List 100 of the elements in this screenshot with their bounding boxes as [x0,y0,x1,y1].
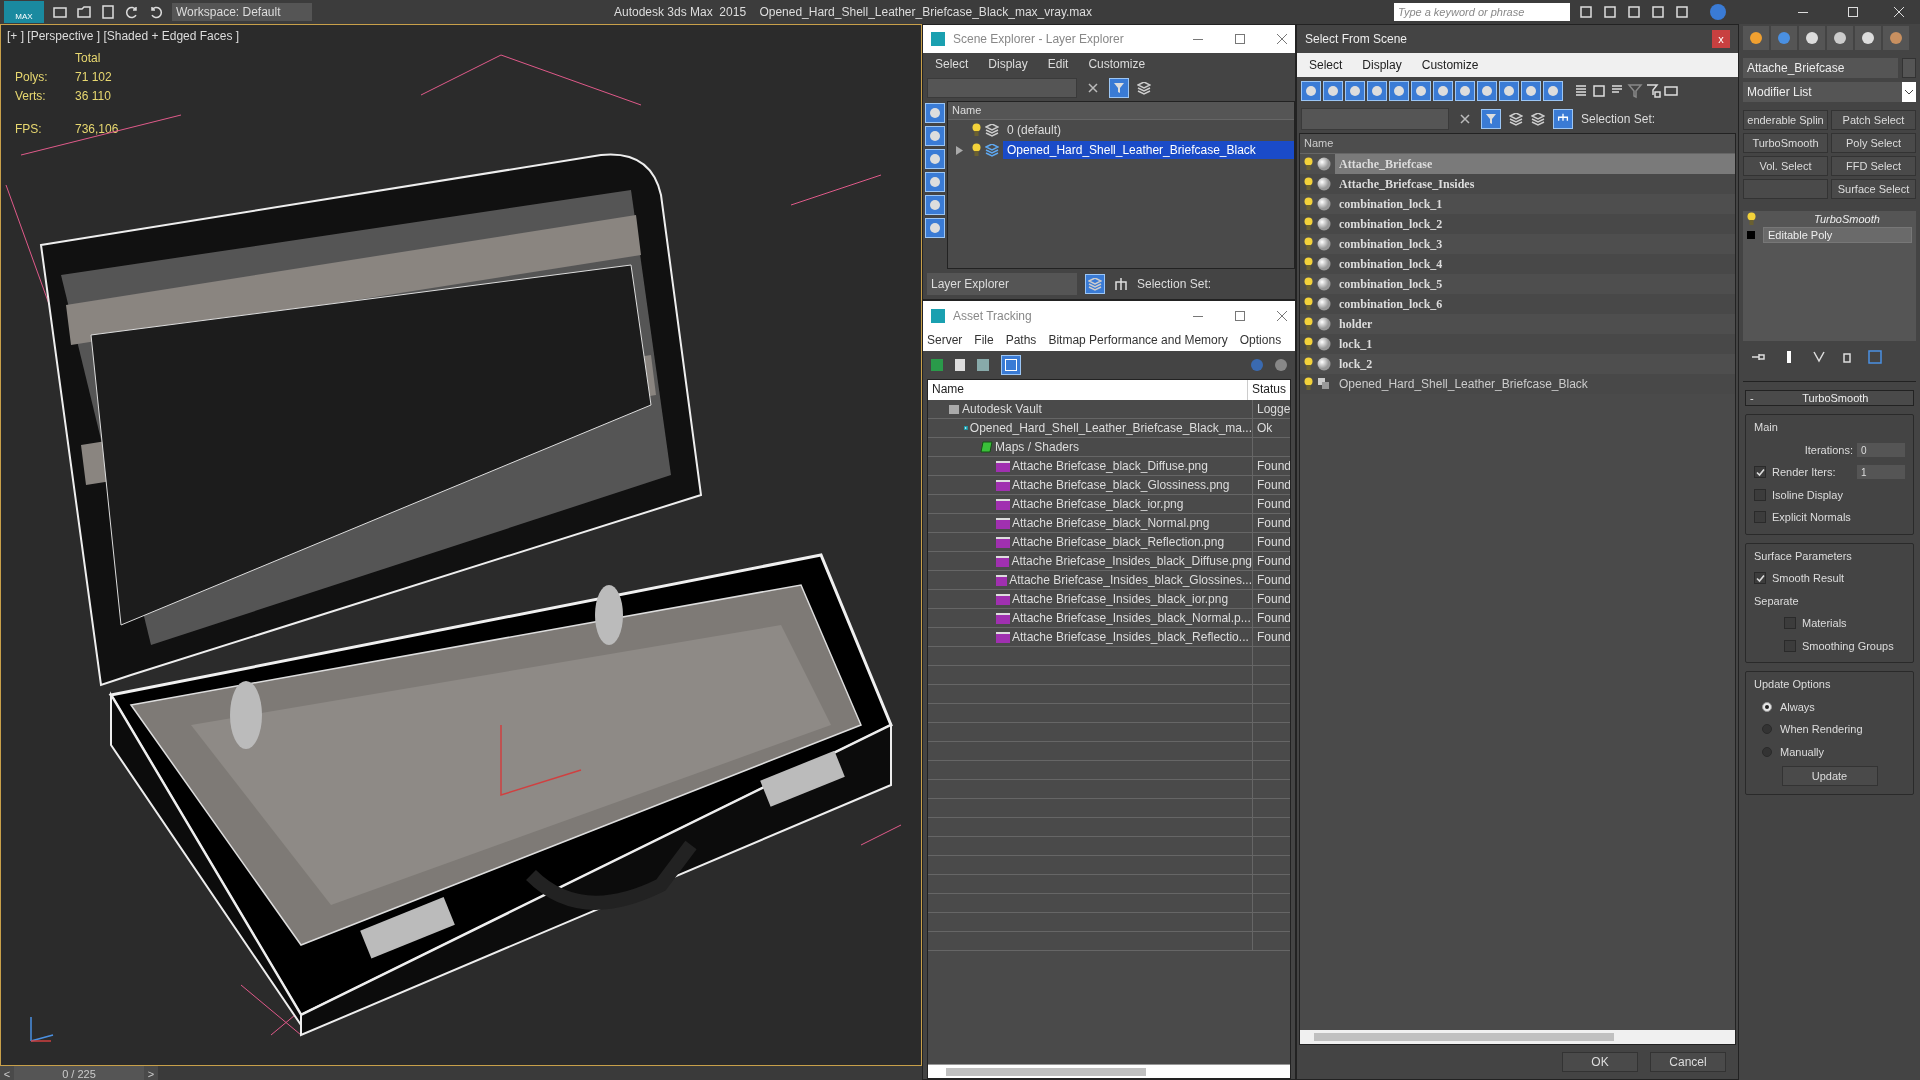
category-filter-button[interactable] [925,149,945,169]
toolbar-icon[interactable] [1626,4,1642,20]
restore-icon[interactable] [1848,7,1858,17]
object-type-filter-button[interactable] [1367,81,1387,101]
lightbulb-icon[interactable] [1304,157,1313,171]
toolbar-icon[interactable] [148,4,164,20]
modifier-list-dropdown[interactable]: Modifier List [1743,82,1916,102]
object-type-filter-button[interactable] [1389,81,1409,101]
menu-item[interactable]: Display [1362,56,1402,74]
object-row[interactable]: Attache_Briefcase_Insides [1335,174,1735,194]
checkbox[interactable]: Smooth Result [1754,570,1905,587]
asset-name[interactable]: Attache Briefcase_Insides_black_Reflectio... [1012,628,1249,646]
asset-name[interactable]: Attache Briefcase_black_Normal.png [1012,514,1210,532]
panel-tab[interactable] [1799,26,1825,50]
close-icon[interactable] [1277,34,1287,44]
checkbox[interactable]: Render Iters: [1754,464,1836,481]
object-type-filter-button[interactable] [1345,81,1365,101]
menu-item[interactable]: Bitmap Performance and Memory [1048,331,1228,349]
layer-row[interactable]: 0 (default) [1003,121,1294,139]
object-type-filter-button[interactable] [1433,81,1453,101]
category-filter-button[interactable] [925,126,945,146]
search-field[interactable]: Type a keyword or phrase [1394,3,1570,21]
modifier-button[interactable]: Poly Select [1831,133,1916,153]
asset-name[interactable]: Attache Briefcase_black_Glossiness.png [1012,476,1230,494]
menu-item[interactable]: Edit [1047,55,1069,73]
object-row[interactable]: combination_lock_4 [1335,254,1735,274]
object-name-field[interactable]: Attache_Briefcase [1743,58,1898,78]
asset-name[interactable]: Attache Briefcase_Insides_black_Diffuse.png [1011,552,1252,570]
layer-row[interactable]: Opened_Hard_Shell_Leather_Briefcase_Black [1003,141,1294,159]
layers-toggle-button[interactable] [1085,274,1105,294]
modifier-stack[interactable]: TurboSmooth Editable Poly [1743,211,1916,341]
render-iters-spinner[interactable]: 1 [1857,465,1905,480]
previous-frame-button[interactable]: < [0,1066,14,1080]
lightbulb-icon[interactable] [1304,217,1313,231]
filter-icon[interactable] [1627,83,1643,99]
lightbulb-icon[interactable] [1304,257,1313,271]
search-field[interactable] [927,78,1077,98]
checkbox[interactable]: Materials [1784,615,1905,632]
table-view-button[interactable] [1001,355,1021,375]
category-filter-button[interactable] [925,103,945,123]
menu-item[interactable]: Select [935,55,969,73]
asset-name[interactable]: Maps / Shaders [995,438,1080,456]
asset-name[interactable]: Attache Briefcase_Insides_black_Normal.p... [1012,609,1251,627]
panel-tab[interactable] [1855,26,1881,50]
rollout-collapse-toggle[interactable]: - [1746,389,1758,407]
menu-item[interactable]: Options [1239,331,1282,349]
ok-button[interactable]: OK [1562,1052,1638,1072]
checkbox[interactable]: Explicit Normals [1754,509,1905,526]
asset-name[interactable]: Attache Briefcase_black_Reflection.png [1012,533,1225,551]
rollout-title[interactable]: TurboSmooth [1757,389,1913,407]
lightbulb-icon[interactable] [1304,177,1313,191]
lightbulb-icon[interactable] [1304,297,1313,311]
menu-item[interactable]: Server [927,331,963,349]
object-row[interactable]: Opened_Hard_Shell_Leather_Briefcase_Black [1335,374,1735,394]
lightbulb-icon[interactable] [1304,337,1313,351]
filter-button[interactable] [1109,78,1129,98]
minimize-icon[interactable] [1798,11,1808,13]
object-type-filter-button[interactable] [1521,81,1541,101]
column-header[interactable]: Name [948,102,1294,120]
menu-item[interactable]: Display [988,55,1028,73]
horizontal-scrollbar[interactable] [1300,1030,1735,1044]
category-filter-button[interactable] [925,218,945,238]
radio-option[interactable]: When Rendering [1754,721,1905,738]
explorer-mode-dropdown[interactable]: Layer Explorer [927,273,1077,295]
app-logo[interactable]: MAX [4,1,44,23]
object-type-filter-button[interactable] [1543,81,1563,101]
toolbar-icon[interactable] [124,4,140,20]
lightbulb-icon[interactable] [1304,197,1313,211]
object-type-filter-button[interactable] [1323,81,1343,101]
next-frame-button[interactable]: > [144,1066,158,1080]
lightbulb-icon[interactable] [1304,377,1313,391]
toolbar-icon[interactable] [1674,4,1690,20]
filter-button[interactable] [1481,109,1501,129]
toolbar-icon[interactable] [1578,4,1594,20]
menu-item[interactable]: Select [1309,56,1343,74]
maximize-icon[interactable] [1235,34,1245,44]
menu-item[interactable]: Customize [1088,55,1146,73]
close-icon[interactable] [1277,311,1287,321]
panel-tab[interactable] [1771,26,1797,50]
workspace-dropdown[interactable]: Workspace: Default [172,3,312,21]
toolbar-icon[interactable] [1650,4,1666,20]
update-button[interactable]: Update [1781,766,1878,786]
modifier-button[interactable]: Surface Select [1831,179,1916,199]
maximize-icon[interactable] [1235,311,1245,321]
lightbulb-icon[interactable] [1747,212,1756,226]
search-field[interactable] [1301,108,1449,130]
lightbulb-icon[interactable] [1304,277,1313,291]
radio-option[interactable]: Always [1754,698,1905,715]
cancel-button[interactable]: Cancel [1650,1052,1726,1072]
modifier-button[interactable]: Vol. Select [1743,156,1828,176]
toolbar-icon[interactable] [1602,4,1618,20]
object-type-filter-button[interactable] [1455,81,1475,101]
lightbulb-icon[interactable] [972,143,981,157]
toolbar-icon[interactable] [52,4,68,20]
object-type-filter-button[interactable] [1301,81,1321,101]
object-color-swatch[interactable] [1902,58,1916,78]
checkbox[interactable]: Smoothing Groups [1784,637,1905,654]
minimize-icon[interactable] [1193,315,1203,317]
iterations-spinner[interactable]: 0 [1857,442,1905,457]
panel-tab[interactable] [1743,26,1769,50]
